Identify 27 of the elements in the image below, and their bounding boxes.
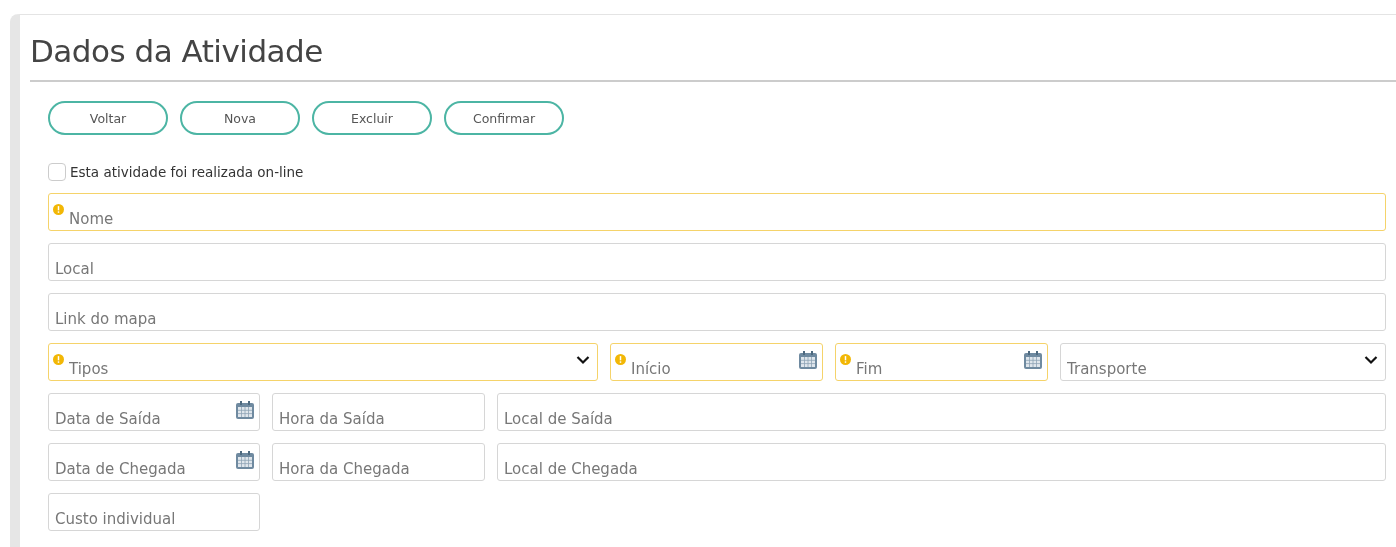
input-field[interactable]: Link do mapa xyxy=(48,293,1386,331)
action-button[interactable]: Voltar xyxy=(48,101,168,135)
input-field[interactable]: Local xyxy=(48,243,1386,281)
select-field[interactable]: Tipos xyxy=(48,343,598,381)
checkbox[interactable] xyxy=(48,163,66,181)
select-field[interactable]: Transporte xyxy=(1060,343,1386,381)
input-field[interactable]: Local de Chegada xyxy=(497,443,1386,481)
checkbox-label: Esta atividade foi realizada on-line xyxy=(70,164,304,180)
chevron-down-icon xyxy=(1364,355,1378,365)
calendar-icon xyxy=(235,400,255,420)
calendar-icon xyxy=(235,450,255,470)
date-field[interactable]: Data de Chegada xyxy=(48,443,260,481)
input-field[interactable]: Hora da Saída xyxy=(272,393,485,431)
page-title: Dados da Atividade xyxy=(30,32,324,71)
date-field[interactable]: Data de Saída xyxy=(48,393,260,431)
action-button[interactable]: Nova xyxy=(180,101,300,135)
date-field[interactable]: Fim xyxy=(835,343,1048,381)
input-field[interactable]: Nome xyxy=(48,193,1386,231)
chevron-down-icon xyxy=(576,355,590,365)
action-button[interactable]: Confirmar xyxy=(444,101,564,135)
input-field[interactable]: Local de Saída xyxy=(497,393,1386,431)
action-button[interactable]: Excluir xyxy=(312,101,432,135)
calendar-icon xyxy=(1023,350,1043,370)
input-field[interactable]: Custo individual xyxy=(48,493,260,531)
input-field[interactable]: Hora da Chegada xyxy=(272,443,485,481)
date-field[interactable]: Início xyxy=(610,343,823,381)
calendar-icon xyxy=(798,350,818,370)
